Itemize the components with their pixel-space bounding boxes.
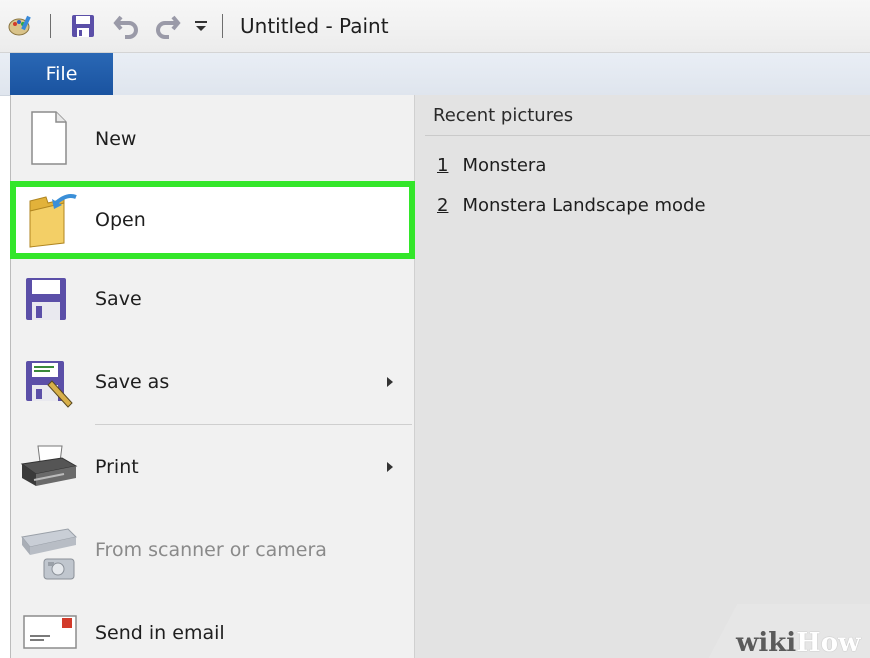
save-quick-button[interactable]: [68, 12, 98, 40]
printer-icon: [20, 445, 78, 486]
submenu-arrow-icon: [387, 377, 393, 387]
scanner-icon: [21, 528, 78, 580]
save-as-icon: [26, 361, 73, 408]
toolbar-separator: [50, 14, 51, 38]
paint-app-icon[interactable]: [6, 12, 34, 40]
save-disk-icon: [26, 278, 66, 320]
title-bar: Untitled - Paint: [0, 0, 870, 53]
recent-divider: [425, 135, 870, 136]
menu-item-label: From scanner or camera: [95, 539, 327, 561]
menu-item-new[interactable]: New: [10, 100, 414, 178]
menu-item-print[interactable]: Print: [10, 428, 414, 508]
undo-button[interactable]: [112, 12, 142, 40]
window-title: Untitled - Paint: [240, 14, 389, 38]
submenu-arrow-icon: [387, 462, 393, 472]
recent-item-number: 2: [437, 195, 449, 216]
customize-quick-access-button[interactable]: [190, 12, 212, 40]
new-document-icon: [31, 111, 67, 165]
menu-item-label: Save: [95, 288, 142, 310]
watermark-part1: wiki: [736, 628, 797, 658]
redo-button[interactable]: [152, 12, 182, 40]
paint-window: Untitled - Paint File Recent pictures 1M…: [0, 0, 870, 658]
menu-item-label: New: [95, 128, 137, 150]
wikihow-watermark: wikiHow: [736, 628, 860, 658]
recent-item-name: Monstera Landscape mode: [462, 195, 706, 216]
recent-item[interactable]: 1 Monstera: [433, 153, 550, 178]
undo-icon: [113, 15, 138, 39]
recent-item[interactable]: 2 Monstera Landscape mode: [433, 193, 710, 218]
open-folder-icon: [29, 194, 77, 248]
recent-pictures-panel: Recent pictures 1 Monstera 2 Monstera Land…: [414, 95, 870, 658]
menu-item-save[interactable]: Save: [10, 262, 414, 340]
recent-item-number: 1: [437, 155, 449, 176]
save-icon: [72, 15, 94, 37]
menu-item-send-in-email[interactable]: Send in email: [10, 594, 414, 658]
dropdown-arrow-icon: [195, 21, 207, 31]
redo-icon: [156, 15, 181, 39]
menu-divider: [95, 424, 412, 425]
email-icon: [23, 615, 77, 649]
file-tab[interactable]: File: [10, 53, 113, 95]
recent-pictures-header: Recent pictures: [433, 105, 574, 126]
menu-item-save-as[interactable]: Save as: [10, 343, 414, 423]
ribbon-tab-bar: File: [0, 53, 870, 96]
recent-item-name: Monstera: [462, 155, 547, 176]
menu-item-label: Print: [95, 456, 139, 478]
menu-item-from-scanner[interactable]: From scanner or camera: [10, 511, 414, 591]
toolbar-separator: [222, 14, 223, 38]
menu-item-label: Save as: [95, 371, 170, 393]
watermark-part2: How: [796, 628, 861, 658]
menu-item-open[interactable]: Open: [10, 181, 414, 259]
menu-item-label: Open: [95, 209, 146, 231]
menu-item-label: Send in email: [95, 622, 225, 644]
